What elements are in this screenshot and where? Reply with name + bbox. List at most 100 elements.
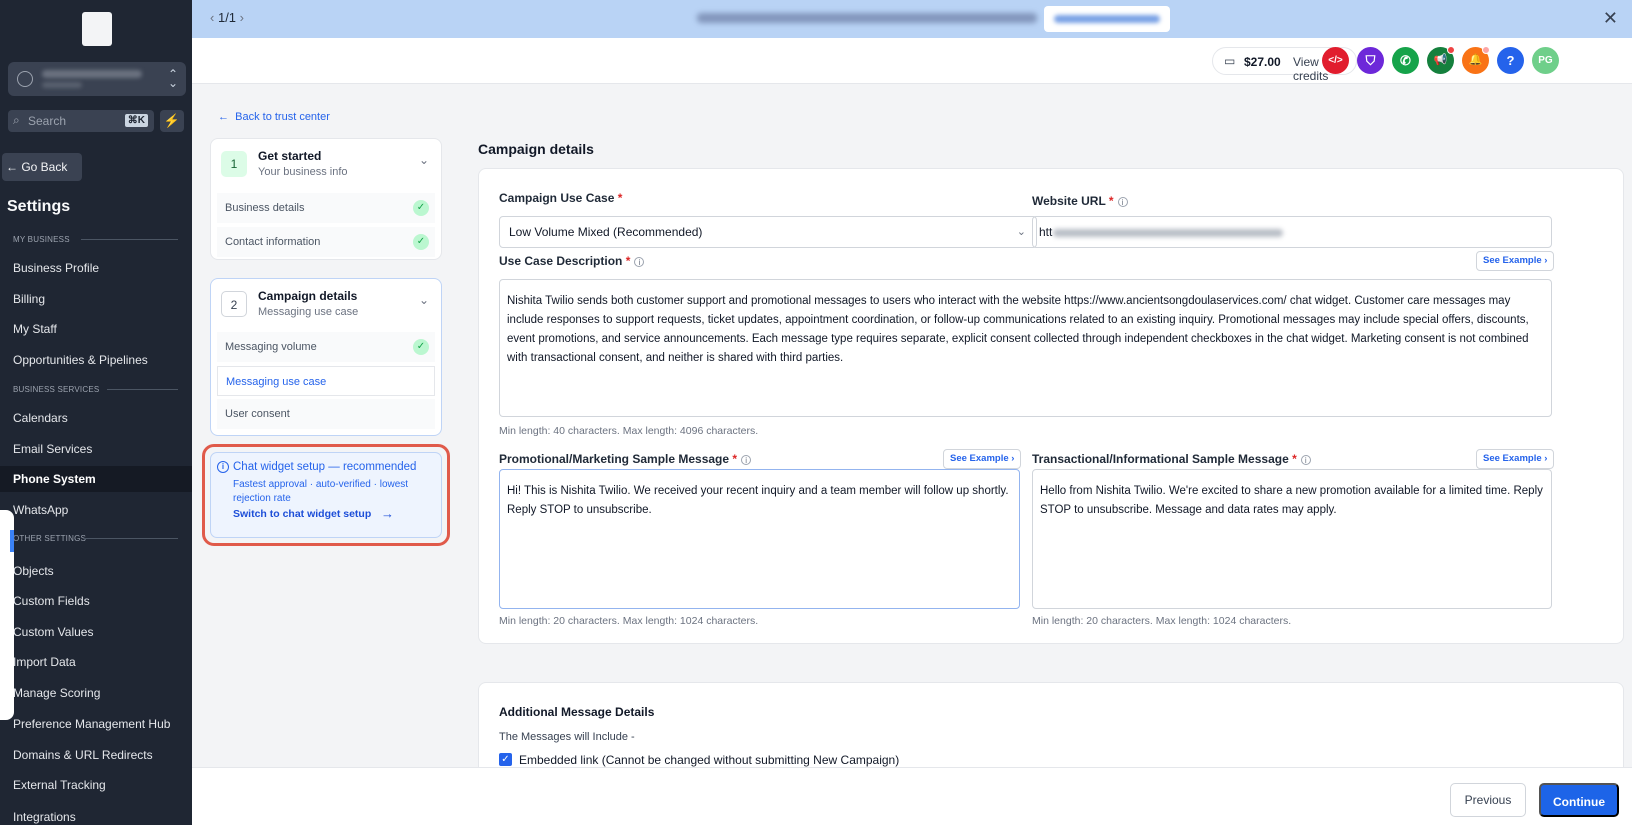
back-link-label: Back to trust center <box>235 111 330 123</box>
code-icon[interactable]: </> <box>1322 47 1349 74</box>
main-content: ← Back to trust center 1 Get started You… <box>192 84 1632 782</box>
sidebar-item-business-profile[interactable]: Business Profile <box>13 261 99 275</box>
sidebar-item-my-staff[interactable]: My Staff <box>13 322 57 336</box>
sidebar-item-custom-fields[interactable]: Custom Fields <box>13 594 90 608</box>
embedded-link-checkbox[interactable]: ✓ <box>499 753 512 766</box>
step-item-business-details[interactable]: Business details ✓ <box>217 193 435 223</box>
sidebar-item-calendars[interactable]: Calendars <box>13 411 68 425</box>
help-icon[interactable]: ? <box>1497 47 1524 74</box>
sidebar-item-billing[interactable]: Billing <box>13 292 45 306</box>
info-icon[interactable]: i <box>1300 455 1311 465</box>
sidebar-item-email-services[interactable]: Email Services <box>13 442 92 456</box>
step-item-messaging-use-case[interactable]: Messaging use case <box>217 366 435 396</box>
label-text: Website URL <box>1032 194 1106 208</box>
top-header: ▭ $27.00 View credits </> ⛉ ✆ 📢 🔔 ? PG <box>192 38 1632 84</box>
transactional-message-textarea[interactable]: Hello from Nishita Twilio. We're excited… <box>1032 469 1552 609</box>
search-icon: ⌕ <box>13 113 20 127</box>
cta-label-redacted <box>1054 15 1160 23</box>
see-example-button[interactable]: See Example › <box>1476 449 1555 469</box>
use-case-label: Campaign Use Case * <box>499 191 622 205</box>
company-logo <box>82 12 112 46</box>
sidebar-title: Settings <box>7 198 71 215</box>
see-example-button[interactable]: See Example › <box>1476 251 1555 271</box>
divider <box>83 538 178 539</box>
info-icon[interactable]: i <box>1117 197 1128 207</box>
additional-details-heading: Additional Message Details <box>499 705 655 719</box>
sidebar-item-preference-hub[interactable]: Preference Management Hub <box>13 717 170 731</box>
account-switcher[interactable]: ⌃ ⌄ <box>8 62 186 96</box>
sidebar-item-phone-system[interactable]: Phone System <box>0 466 192 492</box>
megaphone-glyph: 📢 <box>1433 54 1448 66</box>
announcement-banner: ‹ 1/1 › ✕ <box>192 0 1632 38</box>
active-indicator <box>10 530 14 552</box>
continue-button[interactable]: Continue <box>1539 783 1619 817</box>
credits-amount: $27.00 <box>1244 55 1281 69</box>
step-campaign-details: 2 Campaign details Messaging use case ⌄ … <box>210 278 442 436</box>
use-case-description-textarea[interactable]: Nishita Twilio sends both customer suppo… <box>499 279 1552 417</box>
section-label: BUSINESS SERVICES <box>13 385 100 394</box>
back-to-trust-center-link[interactable]: ← Back to trust center <box>218 111 330 123</box>
chat-widget-highlight: i Chat widget setup — recommended Fastes… <box>202 444 450 546</box>
chevron-left-icon[interactable]: ‹ <box>210 10 214 25</box>
step-item-user-consent[interactable]: User consent <box>217 399 435 429</box>
info-icon: i <box>217 461 229 473</box>
sidebar-item-objects[interactable]: Objects <box>13 564 54 578</box>
quick-actions-bolt-icon[interactable]: ⚡ <box>160 110 184 132</box>
bell-glyph: 🔔 <box>1468 54 1483 66</box>
sidebar-item-integrations[interactable]: Integrations <box>13 810 76 824</box>
floating-panel-edge <box>0 510 14 720</box>
url-value: htt <box>1039 225 1053 239</box>
close-icon[interactable]: ✕ <box>1603 8 1618 29</box>
step-title: Campaign details <box>258 289 358 303</box>
sidebar: ⌃ ⌄ ⌕ Search ⌘K ⚡ ← Go Back Settings MY B… <box>0 0 192 825</box>
step-header[interactable]: 2 Campaign details Messaging use case ⌄ <box>211 279 441 329</box>
sidebar-item-domains[interactable]: Domains & URL Redirects <box>13 748 153 762</box>
campaign-use-case-select[interactable]: Low Volume Mixed (Recommended) ⌄ <box>499 216 1037 248</box>
section-label: OTHER SETTINGS <box>13 534 87 543</box>
previous-button[interactable]: Previous <box>1450 783 1526 817</box>
sidebar-search[interactable]: ⌕ Search ⌘K <box>8 110 154 132</box>
chat-widget-title: Chat widget setup — recommended <box>233 461 417 473</box>
section-label: MY BUSINESS <box>13 235 70 244</box>
info-icon[interactable]: i <box>741 455 752 465</box>
see-example-label: See Example <box>950 453 1009 464</box>
sidebar-item-whatsapp[interactable]: WhatsApp <box>13 503 68 517</box>
promotional-message-label: Promotional/Marketing Sample Message * i <box>499 452 752 466</box>
step-item-label: Contact information <box>225 236 321 248</box>
chat-widget-description: Fastest approval · auto-verified · lowes… <box>233 479 409 504</box>
promotional-message-textarea[interactable]: Hi! This is Nishita Twilio. We received … <box>499 469 1020 609</box>
required-asterisk: * <box>625 254 631 268</box>
step-item-label: User consent <box>225 408 290 420</box>
sidebar-item-external-tracking[interactable]: External Tracking <box>13 778 106 792</box>
see-example-button[interactable]: See Example › <box>943 449 1022 469</box>
step-item-label: Messaging use case <box>226 376 327 388</box>
banner-cta-button[interactable] <box>1044 6 1170 32</box>
account-subtitle-redacted <box>42 82 82 88</box>
step-header[interactable]: 1 Get started Your business info ⌄ <box>211 139 441 189</box>
trans-length-hint: Min length: 20 characters. Max length: 1… <box>1032 615 1292 627</box>
arrow-left-icon: ← <box>218 111 236 123</box>
phone-icon[interactable]: ✆ <box>1392 47 1419 74</box>
switch-to-chat-widget-link[interactable]: Switch to chat widget setup <box>233 508 371 520</box>
go-back-button[interactable]: ← Go Back <box>2 153 82 181</box>
shield-icon[interactable]: ⛉ <box>1357 47 1384 74</box>
form-footer: Previous Continue <box>192 767 1632 825</box>
sidebar-item-import-data[interactable]: Import Data <box>13 655 76 669</box>
bell-icon[interactable]: 🔔 <box>1462 46 1490 74</box>
sidebar-item-manage-scoring[interactable]: Manage Scoring <box>13 686 100 700</box>
step-item-contact-information[interactable]: Contact information ✓ <box>217 227 435 257</box>
check-icon: ✓ <box>413 200 429 216</box>
website-url-input[interactable]: htt <box>1032 216 1552 248</box>
location-avatar-icon <box>17 71 33 87</box>
step-subtitle: Your business info <box>258 166 348 178</box>
see-example-label: See Example <box>1483 255 1542 266</box>
chevron-right-icon[interactable]: › <box>240 10 244 25</box>
step-item-messaging-volume[interactable]: Messaging volume ✓ <box>217 332 435 362</box>
user-avatar[interactable]: PG <box>1532 47 1559 74</box>
info-icon[interactable]: i <box>634 257 645 267</box>
megaphone-icon[interactable]: 📢 <box>1427 46 1455 74</box>
sidebar-item-custom-values[interactable]: Custom Values <box>13 625 93 639</box>
arrow-right-icon[interactable]: → <box>381 506 394 521</box>
divider <box>81 239 178 240</box>
sidebar-item-opportunities[interactable]: Opportunities & Pipelines <box>13 353 148 367</box>
